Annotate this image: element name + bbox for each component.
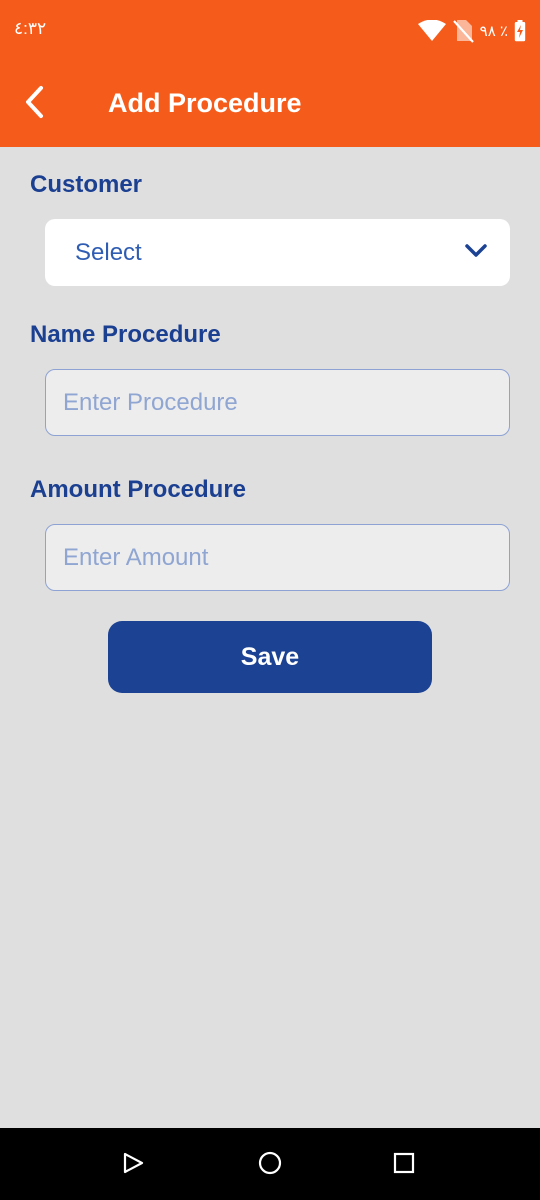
nav-back-button[interactable] [118, 1150, 148, 1180]
recents-square-icon [393, 1152, 415, 1179]
status-bar: ٤:٣٢ ٩٨ ٪ [0, 0, 540, 60]
amount-procedure-label: Amount Procedure [30, 476, 247, 503]
status-icons: ٩٨ ٪ [417, 17, 526, 45]
no-sim-icon [452, 19, 474, 43]
customer-select-value: Select [75, 239, 142, 266]
battery-percentage: ٩٨ ٪ [479, 23, 508, 40]
chevron-down-icon [464, 243, 488, 264]
status-time: ٤:٣٢ [14, 19, 47, 38]
customer-label: Customer [30, 171, 143, 198]
back-button[interactable] [14, 84, 54, 124]
screen: ٤:٣٢ ٩٨ ٪ Add Procedure Customer Select … [0, 0, 540, 1200]
nav-recents-button[interactable] [389, 1150, 419, 1180]
customer-select[interactable]: Select [45, 219, 510, 286]
nav-home-button[interactable] [255, 1150, 285, 1180]
navigation-bar [0, 1128, 540, 1200]
name-procedure-input[interactable] [45, 369, 510, 436]
wifi-icon [417, 20, 446, 42]
back-triangle-icon [122, 1152, 144, 1179]
battery-charging-icon [514, 20, 526, 42]
page-title: Add Procedure [108, 88, 302, 118]
name-procedure-label: Name Procedure [30, 321, 221, 348]
app-bar: Add Procedure [0, 60, 540, 147]
home-circle-icon [258, 1151, 282, 1180]
chevron-left-icon [23, 85, 45, 124]
amount-procedure-input[interactable] [45, 524, 510, 591]
save-button[interactable]: Save [108, 621, 432, 693]
header: ٤:٣٢ ٩٨ ٪ Add Procedure [0, 0, 540, 147]
